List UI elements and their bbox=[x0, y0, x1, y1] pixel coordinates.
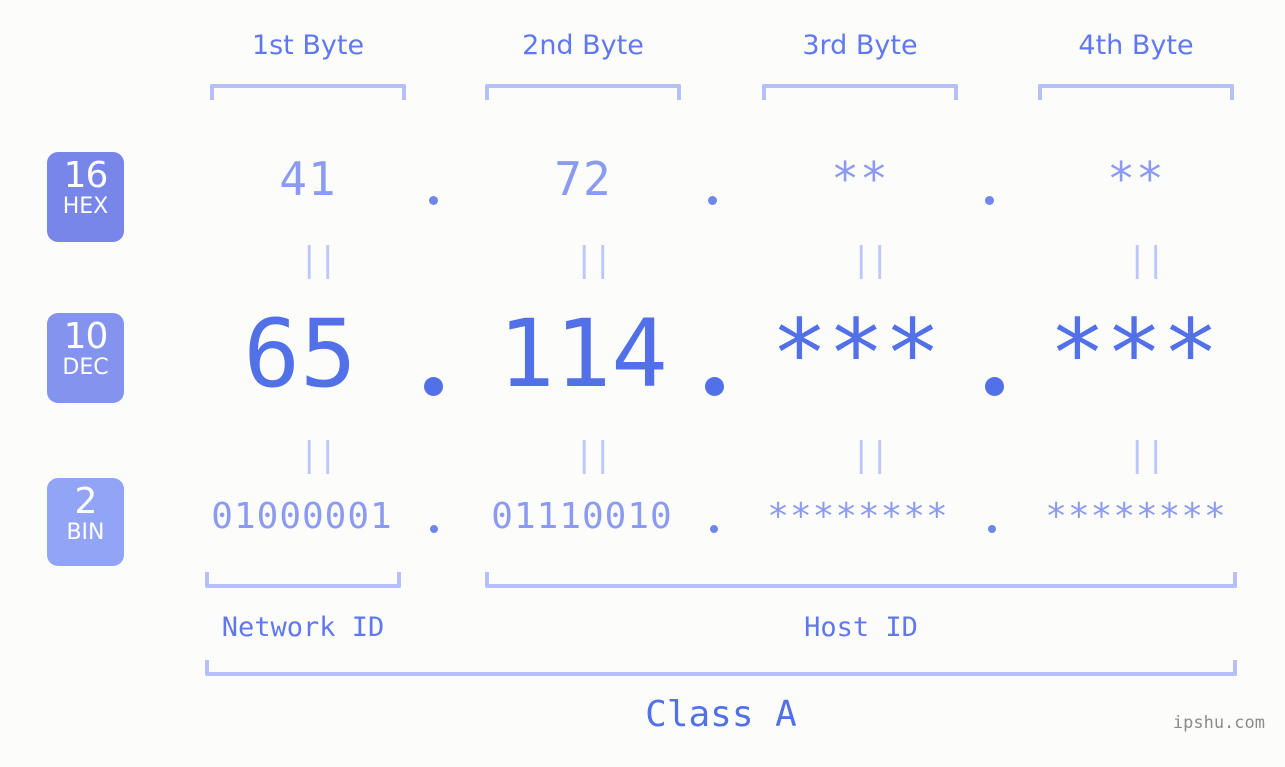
base-badge-hex-number: 16 bbox=[63, 155, 109, 196]
base-badge-dec: 10 DEC bbox=[47, 313, 124, 403]
bin-octet-4: ******** bbox=[1045, 496, 1227, 537]
equals-mark-dec-bin-1: || bbox=[299, 435, 338, 475]
base-badge-bin-number: 2 bbox=[74, 481, 98, 522]
bin-octet-3: ******** bbox=[767, 496, 949, 537]
network-id-label: Network ID bbox=[221, 612, 385, 643]
base-badge-dec-number: 10 bbox=[63, 316, 109, 357]
dec-separator-dot-3 bbox=[985, 377, 1004, 396]
base-badge-bin: 2 BIN bbox=[47, 478, 124, 566]
base-badge-bin-abbr: BIN bbox=[66, 520, 105, 545]
hex-octet-2: 72 bbox=[554, 152, 612, 206]
dec-octet-3: *** bbox=[771, 300, 941, 409]
base-badge-hex: 16 HEX bbox=[47, 152, 124, 242]
byte-header-4: 4th Byte bbox=[1078, 30, 1194, 61]
equals-mark-hex-dec-2: || bbox=[574, 240, 613, 280]
hex-octet-1: 41 bbox=[279, 152, 337, 206]
byte-bracket-4 bbox=[1038, 84, 1234, 100]
byte-header-3: 3rd Byte bbox=[802, 30, 918, 61]
hex-octet-4: ** bbox=[1107, 152, 1165, 206]
equals-mark-dec-bin-4: || bbox=[1127, 435, 1166, 475]
hex-octet-3: ** bbox=[831, 152, 889, 206]
bin-separator-dot-2 bbox=[710, 525, 718, 533]
byte-bracket-1 bbox=[210, 84, 406, 100]
equals-mark-dec-bin-2: || bbox=[574, 435, 613, 475]
dec-separator-dot-1 bbox=[424, 377, 443, 396]
byte-header-2: 2nd Byte bbox=[522, 30, 644, 61]
dec-octet-1: 65 bbox=[243, 300, 357, 409]
equals-mark-dec-bin-3: || bbox=[851, 435, 890, 475]
host-id-label: Host ID bbox=[804, 612, 918, 643]
site-watermark: ipshu.com bbox=[1172, 713, 1265, 733]
equals-mark-hex-dec-1: || bbox=[299, 240, 338, 280]
host-id-bracket bbox=[485, 572, 1237, 588]
network-id-bracket bbox=[205, 572, 401, 588]
dec-octet-2: 114 bbox=[498, 300, 668, 409]
dec-octet-4: *** bbox=[1049, 300, 1219, 409]
byte-bracket-3 bbox=[762, 84, 958, 100]
bin-octet-1: 01000001 bbox=[211, 496, 393, 537]
dec-separator-dot-2 bbox=[705, 377, 724, 396]
hex-separator-dot-2 bbox=[708, 196, 717, 205]
hex-separator-dot-1 bbox=[429, 196, 438, 205]
hex-separator-dot-3 bbox=[985, 196, 994, 205]
bin-separator-dot-1 bbox=[430, 525, 438, 533]
base-badge-hex-abbr: HEX bbox=[62, 194, 109, 219]
equals-mark-hex-dec-3: || bbox=[851, 240, 890, 280]
byte-bracket-2 bbox=[485, 84, 681, 100]
ip-address-breakdown-diagram: 1st Byte 2nd Byte 3rd Byte 4th Byte 16 H… bbox=[0, 0, 1285, 767]
bin-octet-2: 01110010 bbox=[491, 496, 673, 537]
equals-mark-hex-dec-4: || bbox=[1127, 240, 1166, 280]
bin-separator-dot-3 bbox=[988, 525, 996, 533]
class-label: Class A bbox=[645, 694, 797, 735]
class-bracket bbox=[205, 660, 1237, 676]
base-badge-dec-abbr: DEC bbox=[62, 355, 109, 380]
byte-header-1: 1st Byte bbox=[251, 30, 365, 61]
